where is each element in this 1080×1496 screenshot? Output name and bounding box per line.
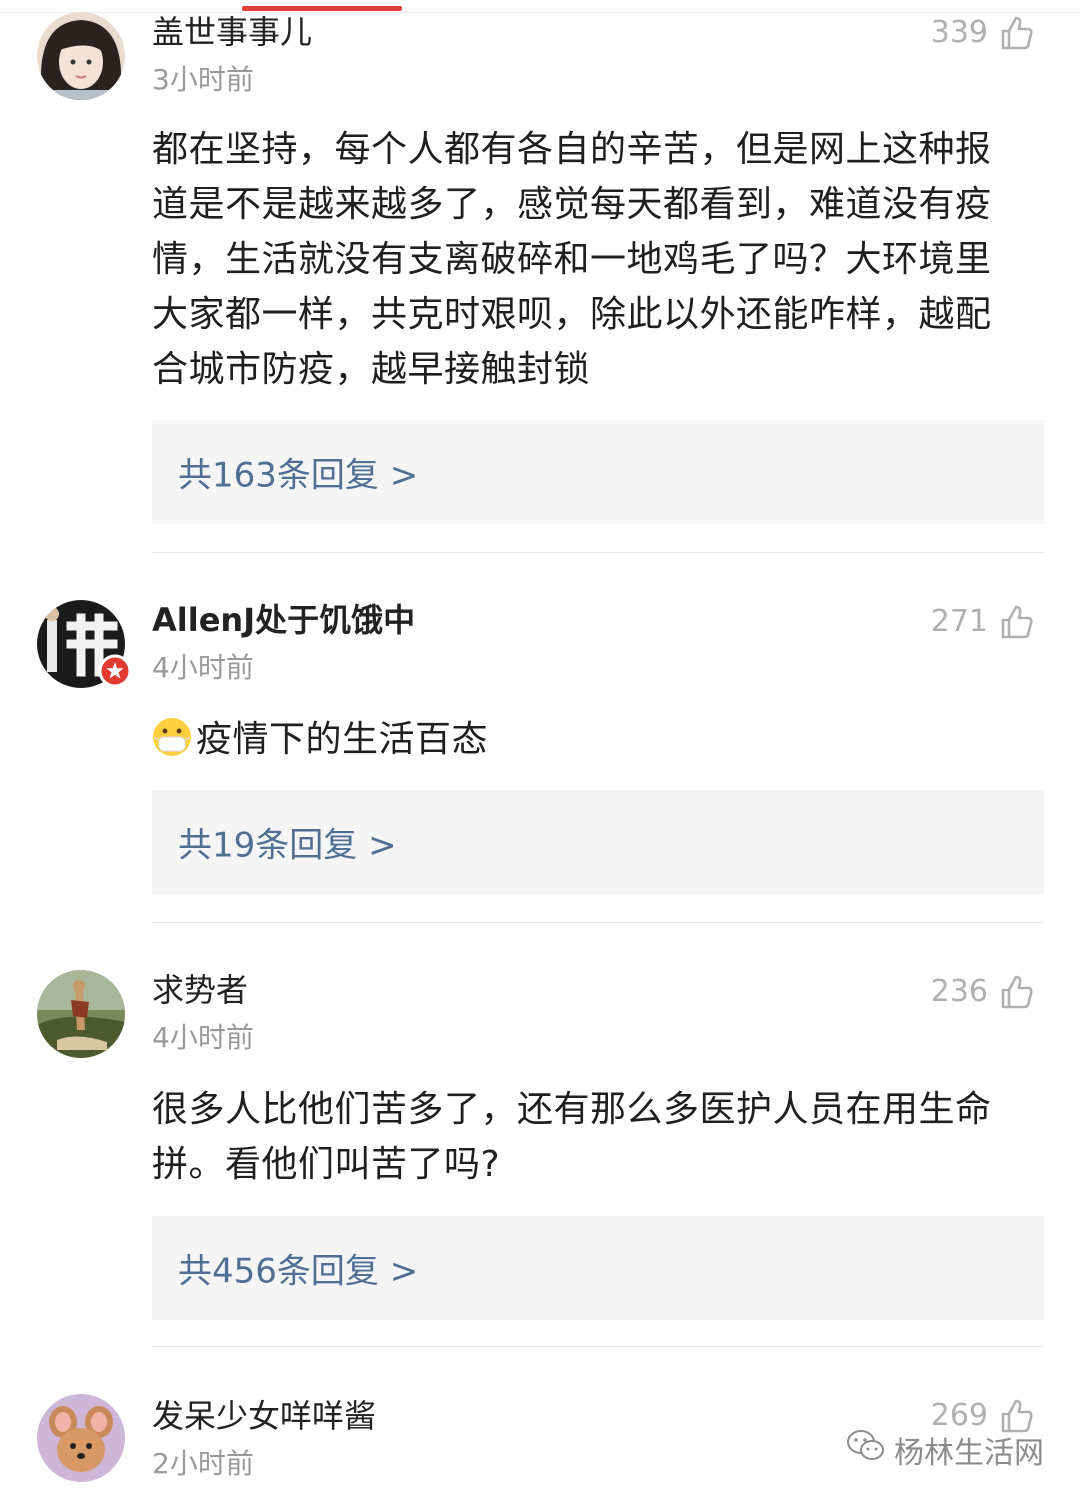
comment-text-row: 疫情下的生活百态 <box>152 712 1022 767</box>
divider <box>152 552 1044 553</box>
like-count: 339 <box>930 15 988 50</box>
comment-time: 4小时前 <box>152 651 254 684</box>
divider <box>152 922 1044 923</box>
like-count: 236 <box>930 974 988 1009</box>
thumbs-up-icon[interactable] <box>998 604 1034 640</box>
replies-label[interactable]: 共19条回复 > <box>178 818 397 867</box>
divider <box>152 1346 1044 1347</box>
like-count: 271 <box>930 604 988 639</box>
watermark: 杨林生活网 <box>846 1428 1044 1472</box>
username[interactable]: 盖世事事儿 <box>152 12 312 52</box>
replies-link[interactable]: 共19条回复 > <box>152 790 1044 894</box>
username[interactable]: AllenJ处于饥饿中 <box>152 600 415 640</box>
replies-link[interactable]: 共456条回复 > <box>152 1216 1044 1320</box>
comment-time: 4小时前 <box>152 1021 254 1054</box>
avatar[interactable] <box>37 970 125 1058</box>
comment-text: 都在坚持，每个人都有各自的辛苦，但是网上这种报道是不是越来越多了，感觉每天都看到… <box>152 129 992 390</box>
avatar[interactable] <box>37 12 125 100</box>
comment-time: 3小时前 <box>152 63 254 96</box>
username[interactable]: 发呆少女咩咩酱 <box>152 1396 376 1436</box>
replies-link[interactable]: 共163条回复 > <box>152 420 1044 524</box>
like-button[interactable]: 236 <box>931 972 1034 1012</box>
avatar[interactable] <box>37 1394 125 1482</box>
thumbs-up-icon[interactable] <box>998 974 1034 1010</box>
like-button[interactable]: 339 <box>931 13 1034 53</box>
replies-label[interactable]: 共163条回复 > <box>178 448 418 497</box>
wechat-icon <box>846 1429 886 1471</box>
comment-time: 2小时前 <box>152 1447 254 1480</box>
replies-label[interactable]: 共456条回复 > <box>178 1244 418 1293</box>
thumbs-up-icon[interactable] <box>998 15 1034 51</box>
username[interactable]: 求势者 <box>152 970 248 1010</box>
active-tab-indicator <box>242 6 402 11</box>
mask-face-emoji-icon <box>152 717 192 757</box>
comment-text: 疫情下的生活百态 <box>196 719 489 760</box>
comment-text: 很多人比他们苦多了，还有那么多医护人员在用生命拼。看他们叫苦了吗? <box>152 1089 992 1185</box>
verified-badge-icon <box>98 654 132 688</box>
like-button[interactable]: 271 <box>931 602 1034 642</box>
watermark-text: 杨林生活网 <box>894 1436 1044 1471</box>
